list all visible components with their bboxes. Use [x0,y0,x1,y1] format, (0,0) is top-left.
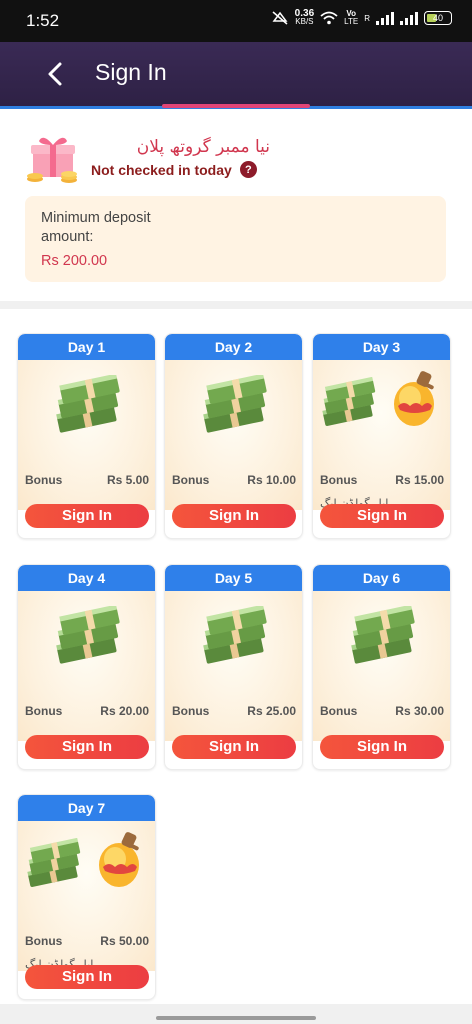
bonus-label: Bonus [25,473,63,487]
day-body: Bonus Rs 25.00 [165,591,302,741]
day-header: Day 3 [313,334,450,360]
cash-stack-icon [203,375,267,433]
day-card-7: Day 7 Bonus Rs 50.00 ایل گولڈن ایگ Sign … [17,794,156,1000]
cash-stack-icon [203,606,267,664]
home-indicator[interactable] [156,1016,316,1020]
bonus-value: Rs 15.00 [395,473,444,487]
chevron-left-icon[interactable] [40,58,72,90]
day-header: Day 6 [313,565,450,591]
status-icons: 0.36 KB/S Vo LTE R 40 [271,8,452,26]
day-header: Day 7 [18,795,155,821]
signal-1-icon [376,11,394,25]
sign-in-button[interactable]: Sign In [320,735,444,759]
sign-in-button[interactable]: Sign In [25,735,149,759]
network-speed: 0.36 KB/S [294,8,315,26]
cash-stack-icon [27,838,81,888]
bonus-value: Rs 20.00 [100,704,149,718]
bonus-value: Rs 50.00 [100,934,149,948]
day-header: Day 4 [18,565,155,591]
day-body: Bonus Rs 10.00 [165,360,302,510]
plan-title: نیا ممبر گروتھ پلان [136,137,270,157]
bonus-value: Rs 30.00 [395,704,444,718]
sign-in-button[interactable]: Sign In [172,735,296,759]
bonus-label: Bonus [320,704,358,718]
day-card-4: Day 4 Bonus Rs 20.00 Sign In [17,564,156,770]
header-accent-bar [162,104,310,108]
bonus-label: Bonus [172,704,210,718]
deposit-box: Minimum deposit amount: Rs 200.00 [25,196,446,282]
day-card-5: Day 5 Bonus Rs 25.00 Sign In [164,564,303,770]
cash-stack-icon [56,375,120,433]
status-bar: 1:52 0.36 KB/S Vo LTE R 40 [0,0,472,42]
golden-egg-icon [394,370,435,426]
golden-egg-icon [99,831,140,887]
wifi-icon [320,11,338,25]
bonus-label: Bonus [25,704,63,718]
day-card-1: Day 1 Bonus Rs 5.00 Sign In [17,333,156,539]
cash-stack-icon [56,606,120,664]
bonus-value: Rs 25.00 [247,704,296,718]
day-header: Day 2 [165,334,302,360]
day-body: Bonus Rs 5.00 [18,360,155,510]
deposit-label: Minimum deposit amount: [41,210,151,245]
cash-stack-icon [322,377,376,427]
page-title: Sign In [95,59,167,85]
sign-in-button[interactable]: Sign In [320,504,444,528]
check-in-status-text: Not checked in today [91,161,232,178]
app-header: Sign In [0,42,472,106]
signal-2-icon [400,11,418,25]
deposit-value: Rs 200.00 [41,253,108,269]
sign-in-button[interactable]: Sign In [172,504,296,528]
bonus-value: Rs 10.00 [247,473,296,487]
day-header: Day 1 [18,334,155,360]
day-body: Bonus Rs 30.00 [313,591,450,741]
cash-stack-icon [351,606,415,664]
roaming-indicator: R [364,13,370,23]
help-icon[interactable]: ? [239,161,257,178]
day-body: Bonus Rs 15.00 ایل گولڈن ایگ [313,360,450,510]
day-body: Bonus Rs 20.00 [18,591,155,741]
sign-in-button[interactable]: Sign In [25,504,149,528]
volte-indicator: Vo LTE [344,9,359,26]
plan-card: نیا ممبر گروتھ پلان Not checked in today… [0,109,472,301]
status-time: 1:52 [26,11,60,30]
gift-box-icon [27,137,77,183]
bonus-label: Bonus [172,473,210,487]
bonus-label: Bonus [320,473,358,487]
day-card-6: Day 6 Bonus Rs 30.00 Sign In [312,564,451,770]
day-card-3: Day 3 Bonus Rs 15.00 ایل گولڈن ایگ Sign … [312,333,451,539]
day-header: Day 5 [165,565,302,591]
day-card-2: Day 2 Bonus Rs 10.00 Sign In [164,333,303,539]
battery-icon: 40 [424,11,452,25]
sign-in-button[interactable]: Sign In [25,965,149,989]
day-body: Bonus Rs 50.00 ایل گولڈن ایگ [18,821,155,971]
check-in-status: Not checked in today ? [91,161,257,178]
bonus-label: Bonus [25,934,63,948]
silent-mode-icon [272,11,288,25]
bonus-value: Rs 5.00 [106,473,149,487]
